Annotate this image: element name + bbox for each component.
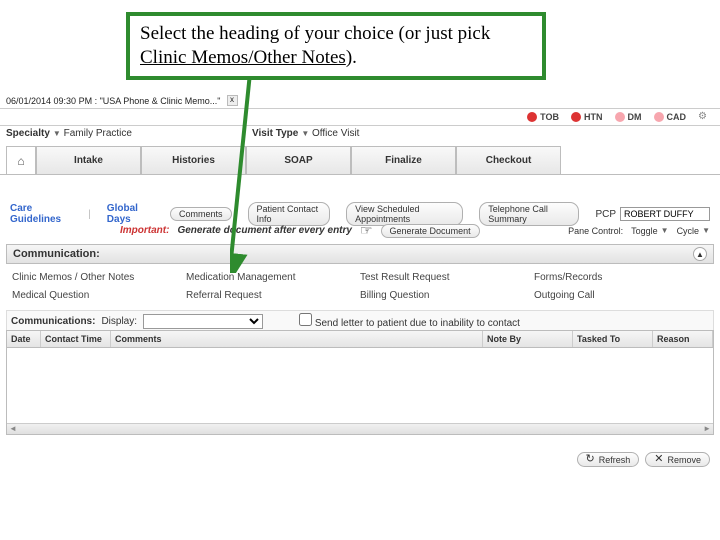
gear-icon[interactable]: ⚙ bbox=[698, 111, 710, 123]
send-letter-checkbox[interactable]: Send letter to patient due to inability … bbox=[299, 313, 520, 329]
col-note-by[interactable]: Note By bbox=[483, 331, 573, 347]
status-htn[interactable]: HTN bbox=[571, 112, 603, 122]
pane-control-label: Pane Control: bbox=[568, 226, 623, 236]
display-select[interactable] bbox=[143, 314, 263, 329]
specialty-value: Family Practice bbox=[64, 128, 132, 139]
tab-intake[interactable]: Intake bbox=[36, 146, 141, 174]
grid-header: Date Contact Time Comments Note By Taske… bbox=[7, 331, 713, 348]
status-tob[interactable]: TOB bbox=[527, 112, 559, 122]
arrow-annotation bbox=[230, 73, 310, 273]
callout-highlight: Clinic Memos/Other Notes bbox=[140, 47, 346, 68]
status-dm[interactable]: DM bbox=[615, 112, 642, 122]
chevron-down-icon: ▼ bbox=[702, 226, 710, 235]
visit-type-value: Office Visit bbox=[312, 128, 359, 139]
document-tab[interactable]: 06/01/2014 09:30 PM : "USA Phone & Clini… bbox=[6, 95, 238, 106]
tab-finalize[interactable]: Finalize bbox=[351, 146, 456, 174]
heading-medical-question[interactable]: Medical Question bbox=[12, 290, 186, 301]
specialty-dropdown[interactable]: Specialty ▼ bbox=[6, 128, 61, 139]
communications-grid: Date Contact Time Comments Note By Taske… bbox=[6, 330, 714, 435]
cycle-button[interactable]: Cycle ▼ bbox=[677, 226, 710, 236]
status-bar: TOB HTN DM CAD ⚙ bbox=[0, 108, 720, 126]
col-date[interactable]: Date bbox=[7, 331, 41, 347]
heading-clinic-memos[interactable]: Clinic Memos / Other Notes bbox=[12, 272, 186, 283]
col-reason[interactable]: Reason bbox=[653, 331, 713, 347]
pcp-field[interactable] bbox=[620, 207, 710, 221]
document-tab-label: 06/01/2014 09:30 PM : "USA Phone & Clini… bbox=[6, 96, 221, 106]
status-icon bbox=[654, 112, 664, 122]
heading-row: Medical Question Referral Request Billin… bbox=[12, 290, 708, 301]
refresh-icon: ↻ bbox=[586, 454, 595, 465]
communication-title: Communication: bbox=[13, 248, 100, 260]
home-tab[interactable]: ⌂ bbox=[6, 146, 36, 174]
col-tasked-to[interactable]: Tasked To bbox=[573, 331, 653, 347]
horizontal-scrollbar[interactable] bbox=[7, 423, 713, 434]
grid-body[interactable] bbox=[7, 348, 713, 423]
footer-buttons: ↻Refresh ✕Remove bbox=[577, 452, 710, 467]
alert-icon bbox=[527, 112, 537, 122]
col-contact-time[interactable]: Contact Time bbox=[41, 331, 111, 347]
important-row: Important: Generate document after every… bbox=[120, 222, 710, 239]
col-comments[interactable]: Comments bbox=[111, 331, 483, 347]
remove-icon: ✕ bbox=[654, 454, 663, 465]
heading-row: Clinic Memos / Other Notes Medication Ma… bbox=[12, 272, 708, 283]
heading-forms[interactable]: Forms/Records bbox=[534, 272, 708, 283]
separator: | bbox=[88, 209, 91, 220]
home-icon: ⌂ bbox=[17, 154, 24, 168]
communications-label: Communications: bbox=[11, 316, 95, 327]
heading-referral[interactable]: Referral Request bbox=[186, 290, 360, 301]
pane-control: Pane Control: Toggle ▼ Cycle ▼ bbox=[568, 226, 710, 236]
pcp-label: PCP bbox=[595, 209, 616, 220]
collapse-button[interactable]: ▲ bbox=[693, 247, 707, 261]
status-cad[interactable]: CAD bbox=[654, 112, 687, 122]
heading-medication[interactable]: Medication Management bbox=[186, 272, 360, 283]
important-label: Important: bbox=[120, 225, 169, 236]
chevron-down-icon: ▼ bbox=[53, 129, 61, 138]
instruction-callout: Select the heading of your choice (or ju… bbox=[126, 12, 546, 80]
callout-text-post: ). bbox=[346, 47, 357, 68]
status-icon bbox=[615, 112, 625, 122]
toggle-button[interactable]: Toggle ▼ bbox=[631, 226, 668, 236]
callout-text-pre: Select the heading of your choice (or ju… bbox=[140, 23, 490, 44]
chevron-down-icon: ▼ bbox=[661, 226, 669, 235]
communications-filter-row: Communications: Display: Send letter to … bbox=[6, 310, 714, 332]
heading-test-result[interactable]: Test Result Request bbox=[360, 272, 534, 283]
care-guidelines-link[interactable]: Care Guidelines bbox=[10, 203, 72, 225]
send-letter-checkbox-input[interactable] bbox=[299, 313, 312, 326]
remove-button[interactable]: ✕Remove bbox=[645, 452, 710, 467]
tab-checkout[interactable]: Checkout bbox=[456, 146, 561, 174]
refresh-button[interactable]: ↻Refresh bbox=[577, 452, 640, 467]
display-label: Display: bbox=[101, 316, 137, 327]
heading-outgoing[interactable]: Outgoing Call bbox=[534, 290, 708, 301]
heading-billing[interactable]: Billing Question bbox=[360, 290, 534, 301]
communication-section-header: Communication: ▲ bbox=[6, 244, 714, 264]
alert-icon bbox=[571, 112, 581, 122]
comments-button[interactable]: Comments bbox=[170, 207, 232, 221]
pointing-hand-icon: ☞ bbox=[360, 222, 373, 239]
generate-document-button[interactable]: Generate Document bbox=[381, 224, 480, 238]
